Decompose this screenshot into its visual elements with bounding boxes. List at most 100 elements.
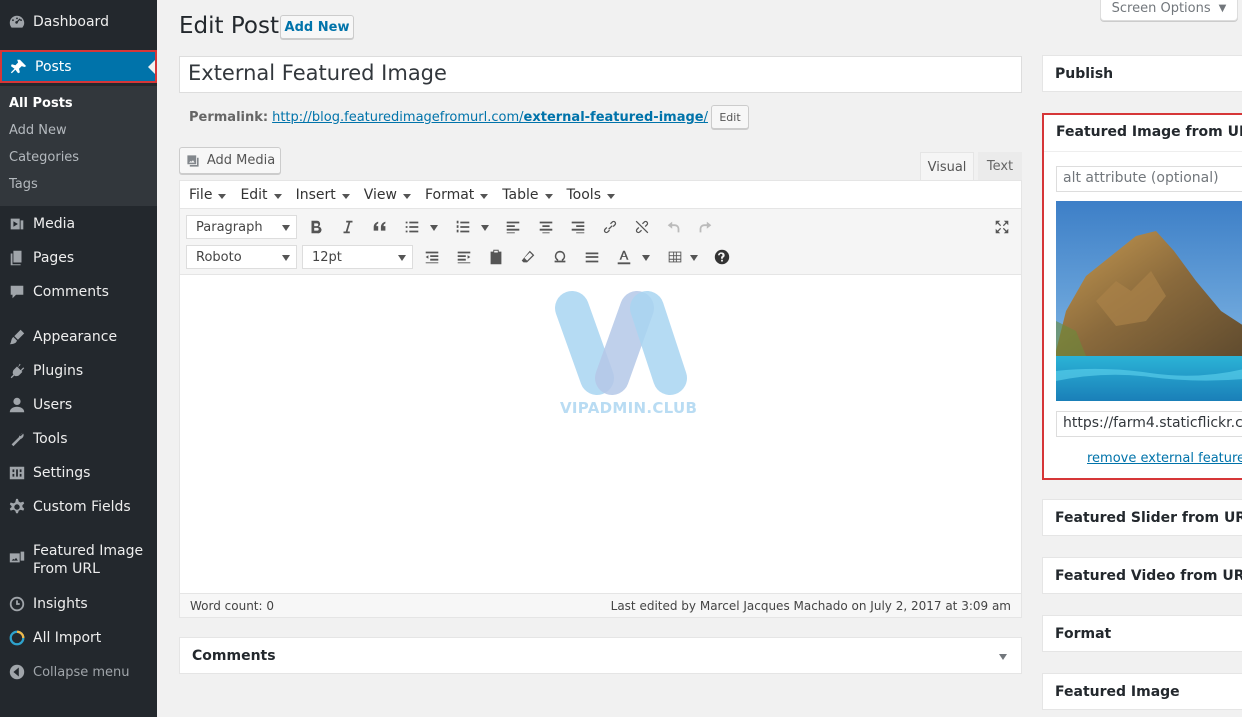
post-title-input[interactable]: External Featured Image xyxy=(179,56,1022,93)
indent-button[interactable] xyxy=(453,246,475,268)
sidebar-item-label: Appearance xyxy=(33,329,118,345)
bullet-list-icon xyxy=(405,221,419,233)
sidebar-item-featured-image-url[interactable]: Featured Image From URL xyxy=(0,542,157,582)
outdent-button[interactable] xyxy=(421,246,443,268)
editor-toolbar: Paragraph Roboto 12pt xyxy=(180,209,1021,275)
sidebar-item-comments[interactable]: Comments xyxy=(0,278,157,306)
pages-icon xyxy=(0,249,33,267)
italic-button[interactable] xyxy=(337,216,359,238)
sidebar-item-custom-fields[interactable]: Custom Fields xyxy=(0,493,157,521)
editor-content-area[interactable]: VIPADMIN.CLUB xyxy=(180,276,1021,593)
featured-image-metabox[interactable]: Featured Image xyxy=(1042,673,1242,710)
menu-tools[interactable]: Tools xyxy=(567,187,616,203)
menu-edit[interactable]: Edit xyxy=(240,187,281,203)
sidebar-item-label: Insights xyxy=(33,596,88,612)
publish-metabox[interactable]: Publish xyxy=(1042,55,1242,92)
align-center-button[interactable] xyxy=(535,216,557,238)
indent-icon xyxy=(457,251,471,264)
menu-format[interactable]: Format xyxy=(425,187,488,203)
tab-text[interactable]: Text xyxy=(978,152,1022,181)
sidebar-item-appearance[interactable]: Appearance xyxy=(0,323,157,351)
sidebar-item-users[interactable]: Users xyxy=(0,391,157,419)
screen-options-button[interactable]: Screen Options ▼ xyxy=(1100,0,1238,21)
permalink-link[interactable]: http://blog.featuredimagefromurl.com/ext… xyxy=(272,110,708,125)
sidebar-item-posts[interactable]: Posts xyxy=(0,50,157,83)
undo-button[interactable] xyxy=(663,216,685,238)
redo-icon xyxy=(699,221,712,233)
paste-text-button[interactable] xyxy=(485,246,507,268)
align-right-button[interactable] xyxy=(567,216,589,238)
insert-link-button[interactable] xyxy=(599,216,621,238)
sidebar-item-all-import[interactable]: All Import xyxy=(0,624,157,652)
link-icon xyxy=(603,220,617,234)
numbered-list-button[interactable] xyxy=(452,216,474,238)
submenu-add-new[interactable]: Add New xyxy=(9,123,67,138)
font-size-select[interactable]: 12pt xyxy=(302,245,413,269)
page-title: Edit Post xyxy=(179,13,279,39)
align-left-button[interactable] xyxy=(502,216,524,238)
sidebar-item-plugins[interactable]: Plugins xyxy=(0,357,157,385)
bold-button[interactable] xyxy=(305,216,327,238)
tab-visual[interactable]: Visual xyxy=(920,152,974,181)
featured-slider-url-metabox[interactable]: Featured Slider from URL xyxy=(1042,499,1242,536)
wrench-icon xyxy=(0,430,33,448)
bullet-list-caret[interactable] xyxy=(430,225,438,231)
add-media-label: Add Media xyxy=(206,153,276,168)
sidebar-item-dashboard[interactable]: Dashboard xyxy=(0,8,157,36)
sidebar-item-insights[interactable]: Insights xyxy=(0,590,157,618)
align-left-icon xyxy=(506,221,520,234)
watermark-text: VIPADMIN.CLUB xyxy=(560,399,698,417)
add-new-button[interactable]: Add New xyxy=(280,15,354,39)
gear-icon xyxy=(0,498,33,516)
menu-table[interactable]: Table xyxy=(502,187,552,203)
sidebar-item-pages[interactable]: Pages xyxy=(0,244,157,272)
word-count: Word count: 0 xyxy=(190,599,275,613)
remove-link-button[interactable] xyxy=(631,216,653,238)
submenu-tags[interactable]: Tags xyxy=(9,177,38,192)
format-metabox[interactable]: Format xyxy=(1042,615,1242,652)
alt-attribute-input[interactable]: alt attribute (optional) xyxy=(1056,166,1242,192)
sidebar-item-label: Settings xyxy=(33,465,91,481)
blockquote-button[interactable] xyxy=(369,216,391,238)
submenu-all-posts[interactable]: All Posts xyxy=(9,96,73,111)
table-caret[interactable] xyxy=(690,255,698,261)
menu-view[interactable]: View xyxy=(364,187,411,203)
comments-metabox[interactable]: Comments xyxy=(179,637,1022,674)
text-color-caret[interactable] xyxy=(642,255,650,261)
numbered-list-icon xyxy=(456,220,470,233)
help-icon xyxy=(714,249,730,265)
permalink-row: Permalink: http://blog.featuredimagefrom… xyxy=(189,105,749,129)
featured-video-url-metabox[interactable]: Featured Video from URL xyxy=(1042,557,1242,594)
numbered-list-caret[interactable] xyxy=(481,225,489,231)
clear-formatting-button[interactable] xyxy=(517,246,539,268)
font-family-select[interactable]: Roboto xyxy=(186,245,297,269)
caret-down-icon: ▼ xyxy=(1218,3,1227,14)
remove-external-featured-link[interactable]: remove external featured xyxy=(1087,451,1242,466)
horizontal-line-button[interactable] xyxy=(581,246,603,268)
collapse-menu-button[interactable]: Collapse menu xyxy=(0,658,157,686)
user-icon xyxy=(0,396,33,414)
bullet-list-button[interactable] xyxy=(401,216,423,238)
table-button[interactable] xyxy=(664,246,686,268)
sidebar-item-settings[interactable]: Settings xyxy=(0,459,157,487)
permalink-edit-button[interactable]: Edit xyxy=(711,105,749,129)
publish-title: Publish xyxy=(1055,66,1114,82)
menu-insert[interactable]: Insert xyxy=(296,187,350,203)
sidebar-item-media[interactable]: Media xyxy=(0,210,157,238)
fullscreen-button[interactable] xyxy=(991,216,1013,238)
redo-button[interactable] xyxy=(694,216,716,238)
format-select[interactable]: Paragraph xyxy=(186,215,297,239)
image-url-input[interactable]: https://farm4.staticflickr.com xyxy=(1056,411,1242,437)
sidebar-item-tools[interactable]: Tools xyxy=(0,425,157,453)
special-character-button[interactable] xyxy=(549,246,571,268)
add-media-button[interactable]: Add Media xyxy=(179,147,281,174)
text-color-button[interactable] xyxy=(613,246,635,268)
pin-icon xyxy=(2,58,35,76)
menu-file[interactable]: File xyxy=(189,187,226,203)
sidebar-item-label: Custom Fields xyxy=(33,499,131,515)
help-button[interactable] xyxy=(711,246,733,268)
toggle-arrow-icon[interactable] xyxy=(999,654,1007,660)
last-edited-info: Last edited by Marcel Jacques Machado on… xyxy=(610,599,1011,613)
submenu-categories[interactable]: Categories xyxy=(9,150,79,165)
sidebar-item-label: Pages xyxy=(33,250,75,266)
